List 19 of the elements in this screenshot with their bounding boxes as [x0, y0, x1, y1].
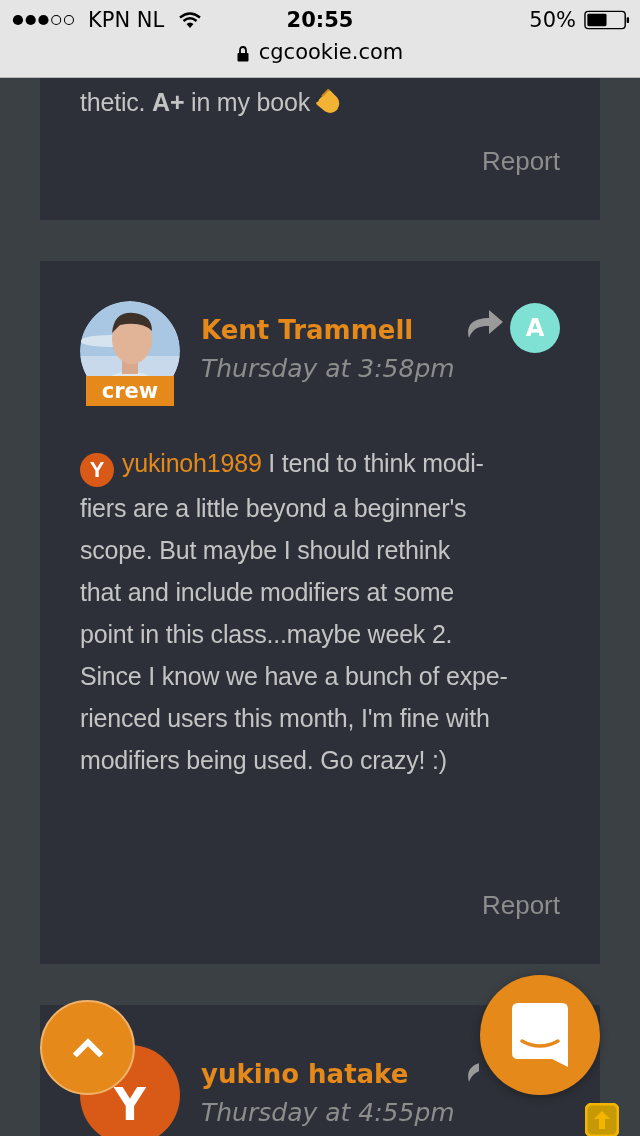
mention-link[interactable]: yukinoh1989 [122, 449, 262, 477]
mention-avatar[interactable]: Y [80, 453, 114, 487]
author-name[interactable]: yukino hatake [201, 1057, 455, 1091]
comment-text: Y yukinoh1989 I tend to think modi- fiers are a little beyond a beginner's scope. But maybe I should rethink that and include modifiers at some point in this class...maybe week 2. Since I know we have a bunch of expe- rienced users this month, I'm fine with modifiers being used. Go crazy! :) [80, 448, 509, 776]
carrier-name: KPN NL [88, 8, 165, 32]
comment-time: Thursday at 3:58pm [201, 353, 455, 385]
lock-icon [236, 46, 249, 62]
wifi-icon [178, 11, 203, 29]
comment-text: thetic. A+ in my book [80, 82, 560, 122]
battery-icon [584, 10, 630, 30]
clock-time: 20:55 [286, 8, 354, 32]
address-url[interactable]: cgcookie.com [258, 40, 404, 64]
battery-percent: 50% [529, 8, 576, 32]
report-link[interactable]: Report [481, 141, 560, 181]
report-link[interactable]: Report [481, 885, 560, 925]
crew-badge: crew [86, 376, 174, 406]
chat-bubble-icon [512, 1003, 568, 1067]
author-name[interactable]: Kent Trammell [201, 313, 455, 347]
comment-time: Thursday at 4:55pm [201, 1097, 455, 1129]
